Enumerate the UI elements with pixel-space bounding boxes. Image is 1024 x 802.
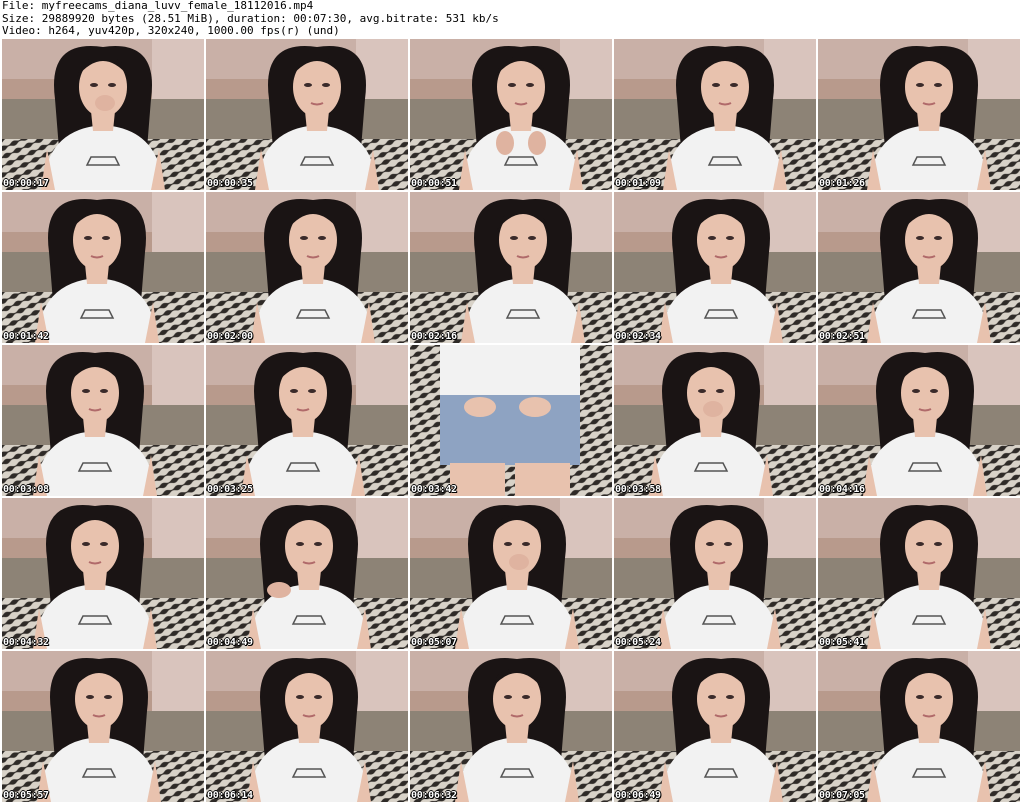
video-thumbnail: 00:07:05 [818, 651, 1020, 802]
thumbnail-frame-image [614, 192, 816, 343]
thumbnail-frame-image [818, 39, 1020, 190]
thumbnail-frame-image [2, 39, 204, 190]
thumbnail-timestamp: 00:05:07 [411, 637, 457, 648]
video-thumbnail: 00:06:32 [410, 651, 612, 802]
thumbnail-frame-image [206, 498, 408, 649]
thumbnail-timestamp: 00:05:41 [819, 637, 865, 648]
video-thumbnail: 00:03:58 [614, 345, 816, 496]
thumbnail-frame-image [614, 345, 816, 496]
video-thumbnail: 00:03:42 [410, 345, 612, 496]
video-thumbnail: 00:04:16 [818, 345, 1020, 496]
file-info-header: File: myfreecams_diana_luvv_female_18112… [2, 0, 499, 38]
thumbnail-frame-image [818, 498, 1020, 649]
thumbnail-timestamp: 00:05:24 [615, 637, 661, 648]
thumbnail-timestamp: 00:02:16 [411, 331, 457, 342]
video-thumbnail: 00:02:34 [614, 192, 816, 343]
video-thumbnail: 00:01:42 [2, 192, 204, 343]
thumbnail-frame-image [206, 345, 408, 496]
video-thumbnail: 00:05:41 [818, 498, 1020, 649]
thumbnail-frame-image [2, 345, 204, 496]
video-thumbnail: 00:06:14 [206, 651, 408, 802]
thumbnail-frame-image [410, 345, 612, 496]
thumbnail-timestamp: 00:07:05 [819, 790, 865, 801]
thumbnail-frame-image [2, 192, 204, 343]
thumbnail-frame-image [206, 651, 408, 802]
thumbnail-frame-image [410, 651, 612, 802]
thumbnail-timestamp: 00:04:32 [3, 637, 49, 648]
thumbnail-timestamp: 00:06:14 [207, 790, 253, 801]
thumbnail-timestamp: 00:03:08 [3, 484, 49, 495]
thumbnail-timestamp: 00:00:35 [207, 178, 253, 189]
thumbnail-frame-image [410, 192, 612, 343]
thumbnail-timestamp: 00:03:58 [615, 484, 661, 495]
thumbnail-timestamp: 00:00:51 [411, 178, 457, 189]
video-thumbnail: 00:05:24 [614, 498, 816, 649]
video-thumbnail: 00:01:09 [614, 39, 816, 190]
thumbnail-timestamp: 00:04:49 [207, 637, 253, 648]
thumbnail-grid: 00:00:17 00:00:35 00:00:51 00:01:09 00:01:26… [2, 39, 1020, 802]
thumbnail-timestamp: 00:02:00 [207, 331, 253, 342]
video-thumbnail: 00:02:51 [818, 192, 1020, 343]
video-thumbnail: 00:04:49 [206, 498, 408, 649]
thumbnail-frame-image [818, 651, 1020, 802]
video-thumbnail: 00:01:26 [818, 39, 1020, 190]
thumbnail-frame-image [614, 651, 816, 802]
thumbnail-frame-image [206, 39, 408, 190]
thumbnail-timestamp: 00:01:26 [819, 178, 865, 189]
thumbnail-timestamp: 00:06:49 [615, 790, 661, 801]
thumbnail-timestamp: 00:01:09 [615, 178, 661, 189]
thumbnail-frame-image [614, 498, 816, 649]
video-thumbnail: 00:03:25 [206, 345, 408, 496]
video-thumbnail: 00:04:32 [2, 498, 204, 649]
video-thumbnail: 00:02:16 [410, 192, 612, 343]
video-info-line: Video: h264, yuv420p, 320x240, 1000.00 f… [2, 24, 340, 37]
thumbnail-timestamp: 00:01:42 [3, 331, 49, 342]
thumbnail-timestamp: 00:03:25 [207, 484, 253, 495]
thumbnail-timestamp: 00:03:42 [411, 484, 457, 495]
thumbnail-timestamp: 00:02:51 [819, 331, 865, 342]
thumbnail-frame-image [410, 498, 612, 649]
thumbnail-frame-image [206, 192, 408, 343]
thumbnail-frame-image [410, 39, 612, 190]
thumbnail-frame-image [2, 651, 204, 802]
video-thumbnail: 00:02:00 [206, 192, 408, 343]
thumbnail-frame-image [818, 345, 1020, 496]
thumbnail-frame-image [818, 192, 1020, 343]
thumbnail-frame-image [614, 39, 816, 190]
thumbnail-timestamp: 00:04:16 [819, 484, 865, 495]
video-thumbnail: 00:03:08 [2, 345, 204, 496]
thumbnail-timestamp: 00:00:17 [3, 178, 49, 189]
video-thumbnail: 00:05:07 [410, 498, 612, 649]
thumbnail-timestamp: 00:05:57 [3, 790, 49, 801]
video-thumbnail: 00:00:35 [206, 39, 408, 190]
thumbnail-timestamp: 00:02:34 [615, 331, 661, 342]
file-name-line: File: myfreecams_diana_luvv_female_18112… [2, 0, 314, 12]
thumbnail-frame-image [2, 498, 204, 649]
video-thumbnail: 00:00:17 [2, 39, 204, 190]
video-thumbnail: 00:05:57 [2, 651, 204, 802]
video-thumbnail: 00:06:49 [614, 651, 816, 802]
thumbnail-timestamp: 00:06:32 [411, 790, 457, 801]
video-thumbnail: 00:00:51 [410, 39, 612, 190]
